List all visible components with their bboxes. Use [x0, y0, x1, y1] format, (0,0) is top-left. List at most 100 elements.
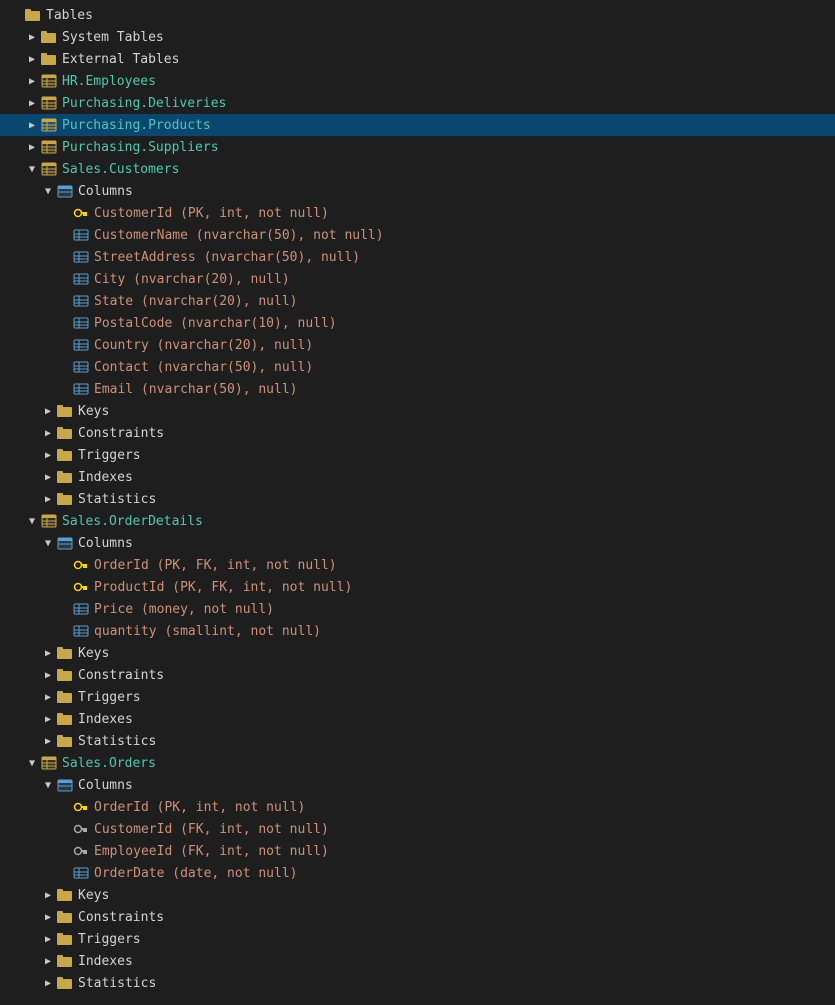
expand-arrow[interactable] — [24, 32, 40, 43]
pk-key-icon — [72, 580, 90, 594]
expand-arrow[interactable] — [40, 450, 56, 461]
tree-item-label: Sales.Customers — [62, 162, 179, 177]
expand-arrow[interactable] — [24, 54, 40, 65]
expand-arrow[interactable] — [40, 406, 56, 417]
expand-arrow[interactable] — [40, 714, 56, 725]
collapse-arrow[interactable] — [40, 538, 56, 549]
expand-arrow[interactable] — [24, 76, 40, 87]
tree-item-col-contact[interactable]: Contact (nvarchar(50), null) — [0, 356, 835, 378]
tree-item-sod-constraints[interactable]: Constraints — [0, 664, 835, 686]
tree-item-col-so-customerid[interactable]: CustomerId (FK, int, not null) — [0, 818, 835, 840]
tree-item-col-city[interactable]: City (nvarchar(20), null) — [0, 268, 835, 290]
tree-item-label: State (nvarchar(20), null) — [94, 294, 298, 309]
collapse-arrow[interactable] — [24, 164, 40, 175]
tree-item-sod-keys[interactable]: Keys — [0, 642, 835, 664]
tree-item-sod-statistics[interactable]: Statistics — [0, 730, 835, 752]
tree-item-label: Price (money, not null) — [94, 602, 274, 617]
tree-item-col-orderid[interactable]: OrderId (PK, FK, int, not null) — [0, 554, 835, 576]
tree-item-tables-root[interactable]: Tables — [0, 4, 835, 26]
expand-arrow[interactable] — [24, 142, 40, 153]
columns-folder-icon — [56, 778, 74, 792]
tree-item-sc-triggers[interactable]: Triggers — [0, 444, 835, 466]
fk-key-icon — [72, 822, 90, 836]
fk-key-icon — [72, 844, 90, 858]
tree-item-system-tables[interactable]: System Tables — [0, 26, 835, 48]
tree-item-col-quantity[interactable]: quantity (smallint, not null) — [0, 620, 835, 642]
column-icon — [72, 602, 90, 616]
table-icon — [40, 96, 58, 110]
tree-item-label: Keys — [78, 646, 109, 661]
tree-item-col-state[interactable]: State (nvarchar(20), null) — [0, 290, 835, 312]
tree-item-col-email[interactable]: Email (nvarchar(50), null) — [0, 378, 835, 400]
tree-item-sod-columns[interactable]: Columns — [0, 532, 835, 554]
tree-item-label: Purchasing.Products — [62, 118, 211, 133]
tree-item-sc-constraints[interactable]: Constraints — [0, 422, 835, 444]
tree-item-col-so-employeeid[interactable]: EmployeeId (FK, int, not null) — [0, 840, 835, 862]
folder-icon — [56, 932, 74, 946]
tree-item-so-columns[interactable]: Columns — [0, 774, 835, 796]
tree-item-so-triggers[interactable]: Triggers — [0, 928, 835, 950]
expand-arrow[interactable] — [40, 494, 56, 505]
tree-item-col-customerid[interactable]: CustomerId (PK, int, not null) — [0, 202, 835, 224]
folder-icon — [56, 910, 74, 924]
tree-item-col-country[interactable]: Country (nvarchar(20), null) — [0, 334, 835, 356]
folder-icon — [40, 52, 58, 66]
tree-item-col-productid[interactable]: ProductId (PK, FK, int, not null) — [0, 576, 835, 598]
tree-item-sales-orders[interactable]: Sales.Orders — [0, 752, 835, 774]
tree-item-label: Sales.OrderDetails — [62, 514, 203, 529]
table-icon — [40, 514, 58, 528]
tree-item-col-price[interactable]: Price (money, not null) — [0, 598, 835, 620]
expand-arrow[interactable] — [40, 736, 56, 747]
collapse-arrow[interactable] — [40, 186, 56, 197]
tree-item-col-so-orderdate[interactable]: OrderDate (date, not null) — [0, 862, 835, 884]
tree-item-label: Purchasing.Suppliers — [62, 140, 219, 155]
tree-item-sales-orderdetails[interactable]: Sales.OrderDetails — [0, 510, 835, 532]
collapse-arrow[interactable] — [24, 516, 40, 527]
expand-arrow[interactable] — [40, 648, 56, 659]
tree-item-external-tables[interactable]: External Tables — [0, 48, 835, 70]
tree-item-purchasing-suppliers[interactable]: Purchasing.Suppliers — [0, 136, 835, 158]
tree-item-sales-customers-columns[interactable]: Columns — [0, 180, 835, 202]
expand-arrow[interactable] — [40, 428, 56, 439]
expand-arrow[interactable] — [40, 912, 56, 923]
expand-arrow[interactable] — [40, 890, 56, 901]
tree-item-so-statistics[interactable]: Statistics — [0, 972, 835, 994]
tree-item-col-so-orderid[interactable]: OrderId (PK, int, not null) — [0, 796, 835, 818]
tree-item-col-streetaddress[interactable]: StreetAddress (nvarchar(50), null) — [0, 246, 835, 268]
tree-item-label: Columns — [78, 778, 133, 793]
expand-arrow[interactable] — [40, 978, 56, 989]
columns-folder-icon — [56, 536, 74, 550]
expand-arrow[interactable] — [24, 120, 40, 131]
tree-item-so-constraints[interactable]: Constraints — [0, 906, 835, 928]
table-icon — [40, 118, 58, 132]
tree-item-col-postalcode[interactable]: PostalCode (nvarchar(10), null) — [0, 312, 835, 334]
tree-item-label: Triggers — [78, 448, 141, 463]
expand-arrow[interactable] — [40, 934, 56, 945]
tree-item-label: OrderId (PK, FK, int, not null) — [94, 558, 337, 573]
tree-item-sod-triggers[interactable]: Triggers — [0, 686, 835, 708]
column-icon — [72, 294, 90, 308]
tree-item-sc-keys[interactable]: Keys — [0, 400, 835, 422]
collapse-arrow[interactable] — [24, 758, 40, 769]
column-icon — [72, 338, 90, 352]
collapse-arrow[interactable] — [40, 780, 56, 791]
tree-item-so-indexes[interactable]: Indexes — [0, 950, 835, 972]
expand-arrow[interactable] — [40, 692, 56, 703]
expand-arrow[interactable] — [40, 956, 56, 967]
pk-key-icon — [72, 206, 90, 220]
folder-icon — [24, 8, 42, 22]
tree-item-sales-customers[interactable]: Sales.Customers — [0, 158, 835, 180]
tree-item-purchasing-deliveries[interactable]: Purchasing.Deliveries — [0, 92, 835, 114]
tree-item-col-customername[interactable]: CustomerName (nvarchar(50), not null) — [0, 224, 835, 246]
tree-item-sc-statistics[interactable]: Statistics — [0, 488, 835, 510]
tree-item-sod-indexes[interactable]: Indexes — [0, 708, 835, 730]
column-icon — [72, 250, 90, 264]
tree-item-hr-employees[interactable]: HR.Employees — [0, 70, 835, 92]
expand-arrow[interactable] — [40, 472, 56, 483]
tree-item-purchasing-products[interactable]: Purchasing.Products — [0, 114, 835, 136]
expand-arrow[interactable] — [40, 670, 56, 681]
tree-item-label: ProductId (PK, FK, int, not null) — [94, 580, 352, 595]
tree-item-so-keys[interactable]: Keys — [0, 884, 835, 906]
expand-arrow[interactable] — [24, 98, 40, 109]
tree-item-sc-indexes[interactable]: Indexes — [0, 466, 835, 488]
